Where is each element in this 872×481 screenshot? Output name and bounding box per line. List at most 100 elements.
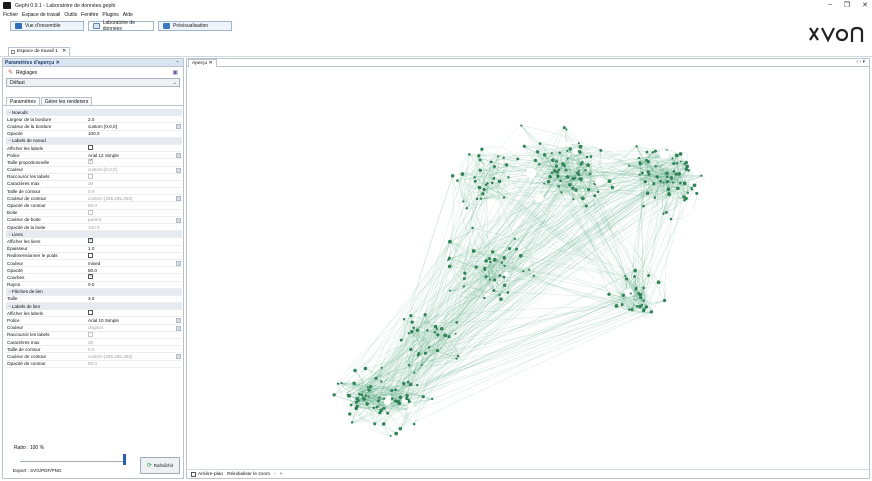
property-value[interactable]: 80.0 (86, 268, 182, 273)
graph-node (621, 293, 626, 298)
graph-node (354, 400, 358, 404)
menu-workspace[interactable]: Espace de travail (22, 12, 60, 18)
property-value[interactable]: mixed (86, 261, 182, 266)
close-icon[interactable]: ✕ (62, 49, 66, 54)
property-value[interactable]: 1.0 (86, 246, 182, 251)
zoom-out-button[interactable]: - (274, 472, 276, 477)
menu-help[interactable]: Aide (123, 12, 133, 18)
property-label: Opacité de contour (7, 361, 46, 367)
graph-node (394, 388, 397, 392)
graph-node (492, 176, 496, 180)
minimize-button[interactable]: – (828, 1, 832, 8)
property-label: Afficher les liens (7, 238, 41, 244)
property-value[interactable]: custom [0,0,0] (86, 124, 182, 129)
graph-node (654, 165, 657, 168)
ratio-slider[interactable] (20, 461, 126, 462)
property-checkbox[interactable] (88, 273, 93, 280)
graph-node (462, 200, 465, 203)
graph-node (522, 144, 526, 148)
maximize-button[interactable]: ❐ (844, 1, 850, 9)
property-label: Courbes (7, 274, 25, 280)
graph-node (447, 256, 451, 260)
property-category[interactable]: - Liens (6, 231, 182, 239)
property-label: Largeur de la bordure (7, 116, 52, 122)
property-checkbox[interactable] (88, 310, 93, 316)
property-value[interactable]: 2.0 (86, 117, 182, 122)
graph-node (379, 408, 384, 413)
graph-node (365, 402, 369, 406)
background-checkbox[interactable] (191, 471, 196, 477)
graph-node (676, 162, 679, 165)
property-value[interactable]: 0.0 (86, 282, 182, 287)
property-category[interactable]: - Labels de noeud (6, 137, 182, 145)
graph-node (647, 274, 651, 277)
reset-zoom-link[interactable]: Réinitialiser le zoom (227, 472, 270, 477)
property-label: Caractères max (7, 181, 40, 187)
overview-button[interactable]: Vue d'ensemble (10, 21, 84, 31)
property-checkbox[interactable] (88, 252, 93, 258)
graph-node (479, 197, 483, 200)
tab-preview[interactable]: Aperçu ✕ (188, 59, 217, 67)
menu-window[interactable]: Fenêtre (81, 12, 98, 18)
property-checkbox[interactable] (88, 237, 93, 244)
graph-canvas[interactable] (187, 67, 869, 462)
graph-node (538, 142, 542, 145)
brush-icon: ✎ (8, 70, 14, 76)
graph-node (506, 291, 510, 294)
property-category[interactable]: - Labels de lien (6, 303, 182, 311)
preview-nav-icons[interactable]: ‹ › ▾ (856, 59, 865, 65)
graph-node (502, 156, 505, 159)
menu-tools[interactable]: Outils (64, 12, 77, 18)
ellipsis-edit-button[interactable] (176, 124, 181, 130)
property-checkbox[interactable] (88, 145, 93, 151)
category-label: - Labels de noeud (9, 138, 46, 144)
property-value[interactable]: Arial 10 Simple (86, 318, 182, 323)
ellipsis-edit-button[interactable] (176, 260, 181, 266)
table-icon (93, 23, 100, 29)
graph-node (522, 269, 525, 273)
gephi-logo (809, 26, 864, 43)
zoom-in-button[interactable]: + (280, 472, 283, 477)
menu-plugins[interactable]: Plugins (102, 12, 118, 18)
tab-manage-renderers[interactable]: Gérer les renderers (40, 97, 93, 105)
graph-node (502, 256, 507, 260)
ellipsis-edit-button[interactable] (176, 318, 181, 324)
export-link[interactable]: Export : SVG/PDF/PNG (13, 468, 62, 473)
panel-minimize-button[interactable]: – (176, 59, 179, 65)
graph-node (550, 171, 554, 175)
property-value[interactable]: 100.0 (86, 131, 182, 136)
save-preset-icon[interactable]: ▣ (172, 69, 178, 76)
graph-node (477, 154, 481, 158)
graph-node (489, 260, 492, 264)
refresh-button[interactable]: ⟳ Rafraîchir (140, 457, 180, 474)
graph-node (381, 422, 386, 426)
preview-button[interactable]: Prévisualisation (158, 21, 232, 31)
graph-node (557, 185, 561, 188)
close-button[interactable]: ✕ (862, 1, 868, 9)
property-label: Taille (7, 296, 18, 302)
property-label: Caractères max (7, 339, 40, 345)
property-category[interactable]: - Noeuds (6, 109, 182, 117)
preview-bottom-bar: Arrière-plan Réinitialiser le zoom - + (187, 469, 869, 478)
background-label: Arrière-plan (198, 471, 224, 477)
property-value[interactable]: Arial 12 Simple (86, 153, 182, 158)
tab-parameters[interactable]: Paramètres (6, 97, 40, 105)
property-value: original (88, 325, 103, 331)
property-category[interactable]: - Flèches de lien (6, 288, 182, 296)
graph-node (695, 191, 699, 195)
panel-title[interactable]: Paramètres d'aperçu ✕ (5, 60, 60, 66)
ratio-slider-thumb[interactable] (123, 454, 126, 465)
graph-node (594, 177, 604, 187)
tab-workspace-1[interactable]: Espace de travail 1 ✕ (8, 47, 71, 56)
data-lab-button[interactable]: Laboratoire de données (88, 20, 154, 32)
ellipsis-edit-button[interactable] (176, 153, 181, 159)
menu-file[interactable]: Fichier (3, 12, 18, 18)
graph-node (456, 179, 459, 182)
graph-node (433, 331, 437, 334)
property-value[interactable]: 3.0 (86, 296, 182, 301)
graph-node (492, 257, 497, 262)
graph-node (565, 128, 568, 131)
graph-node (684, 167, 688, 171)
graph-node (677, 172, 681, 176)
preset-dropdown[interactable]: Défaut ⌄ (6, 78, 180, 87)
